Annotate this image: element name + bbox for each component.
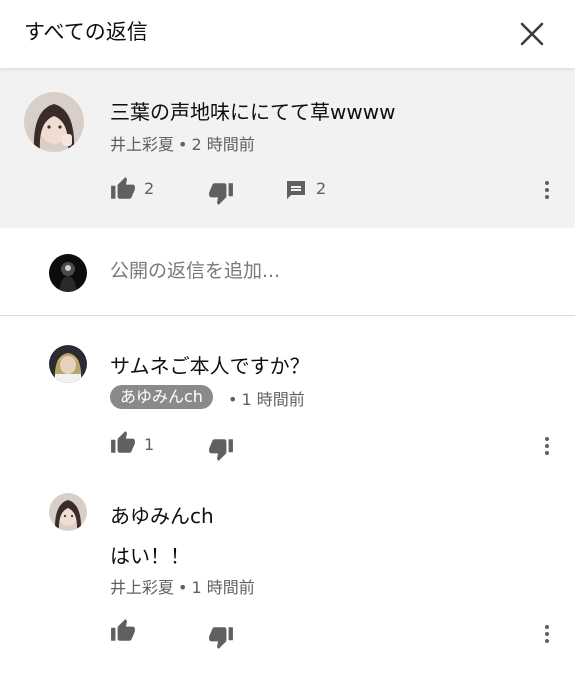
close-icon[interactable]: [516, 18, 548, 50]
avatar[interactable]: [49, 493, 87, 531]
more-vert-icon: [545, 437, 549, 455]
separator: •: [178, 578, 188, 597]
separator: •: [178, 135, 188, 154]
comment-meta: 井上彩夏 • 1 時間前: [110, 574, 255, 598]
reply-count: 2: [316, 179, 327, 198]
reply-button[interactable]: [284, 178, 308, 202]
timestamp: 2 時間前: [191, 135, 255, 154]
thumb-up-icon: [111, 177, 135, 199]
dislike-button[interactable]: [208, 436, 234, 462]
like-count: 2: [144, 179, 155, 198]
more-options-button[interactable]: [535, 434, 559, 458]
comment-meta: 井上彩夏 • 2 時間前: [110, 131, 255, 155]
thumb-down-icon: [209, 627, 233, 649]
more-options-button[interactable]: [535, 622, 559, 646]
dislike-button[interactable]: [208, 180, 234, 206]
parent-comment: 三葉の声地味ににてて草wwww 井上彩夏 • 2 時間前 2 2: [0, 68, 575, 228]
panel-header: すべての返信: [0, 0, 575, 68]
more-vert-icon: [545, 625, 549, 643]
dislike-button[interactable]: [208, 624, 234, 650]
timestamp: 1 時間前: [241, 390, 305, 409]
author-name[interactable]: 井上彩夏: [110, 578, 174, 597]
like-button[interactable]: [110, 430, 136, 456]
avatar[interactable]: [24, 92, 84, 152]
add-reply-row: [0, 228, 575, 316]
add-reply-input[interactable]: [110, 256, 550, 286]
like-button[interactable]: [110, 618, 136, 644]
more-vert-icon: [545, 181, 549, 199]
like-button[interactable]: [110, 176, 136, 202]
comment-text: 三葉の声地味ににてて草wwww: [110, 100, 396, 124]
thumb-up-icon: [111, 619, 135, 641]
thumb-down-icon: [209, 439, 233, 461]
avatar[interactable]: [49, 345, 87, 383]
panel-title: すべての返信: [24, 20, 148, 44]
comment-text: はい！！: [110, 544, 190, 568]
thumb-up-icon: [111, 431, 135, 453]
mentioned-user[interactable]: あゆみんch: [110, 500, 214, 529]
comment-icon: [287, 181, 305, 199]
user-avatar: [49, 254, 87, 292]
timestamp: 1 時間前: [191, 578, 255, 597]
more-options-button[interactable]: [535, 178, 559, 202]
author-name[interactable]: 井上彩夏: [110, 135, 174, 154]
comment-meta: • 1 時間前: [228, 386, 305, 410]
like-count: 1: [144, 435, 155, 454]
separator: •: [228, 390, 238, 409]
comment-text: サムネご本人ですか？: [110, 354, 310, 378]
creator-badge[interactable]: あゆみんch: [110, 385, 213, 409]
thumb-down-icon: [209, 183, 233, 205]
